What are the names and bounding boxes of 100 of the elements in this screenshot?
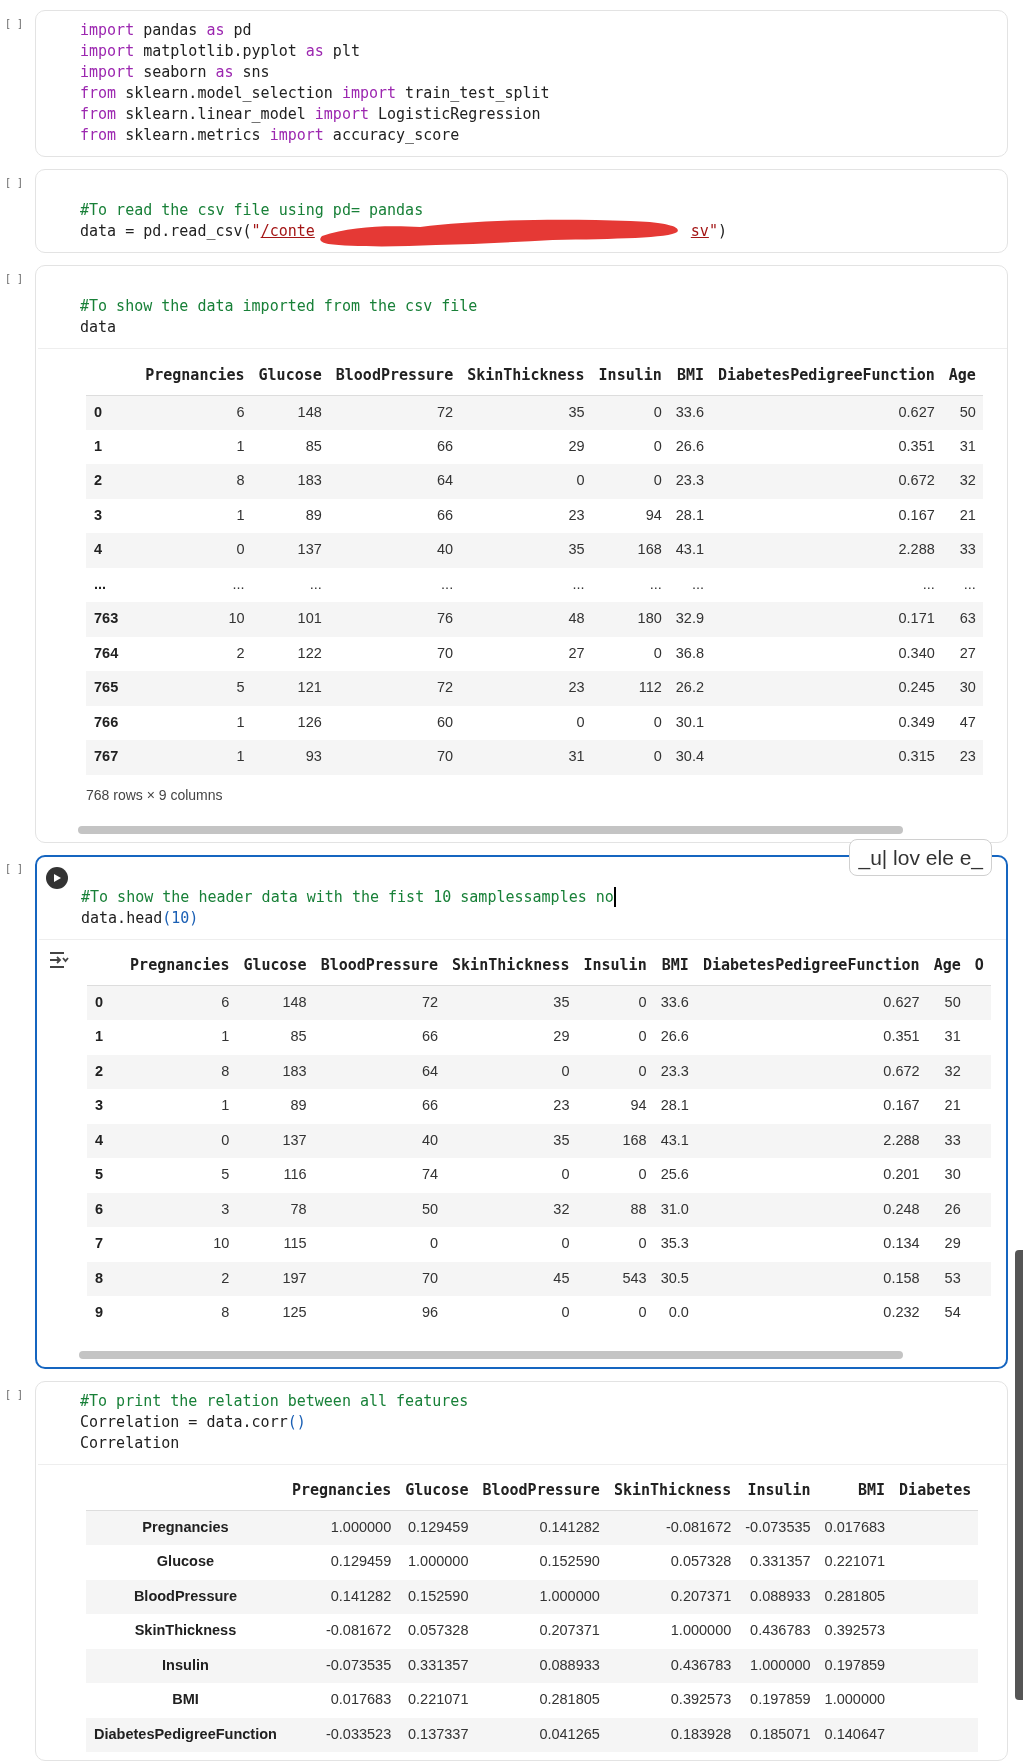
table-cell: 29 — [460, 429, 592, 464]
column-header: DiabetesPedigreeFunction — [695, 945, 927, 986]
row-index: 2 — [87, 1054, 124, 1089]
row-index: Glucose — [86, 1545, 285, 1580]
table-cell: 28.1 — [653, 1089, 696, 1124]
table-cell: 0.340 — [711, 636, 942, 671]
table-cell: 60 — [328, 705, 461, 740]
page-scrollbar-thumb[interactable] — [1015, 1250, 1023, 1700]
table-cell: 0.167 — [711, 498, 942, 533]
table-cell: 29 — [445, 1020, 577, 1055]
code-text: sklearn.linear_model — [124, 104, 307, 125]
table-cell: 0.141282 — [475, 1510, 607, 1545]
table-cell: 121 — [251, 671, 329, 706]
table-cell: 148 — [251, 395, 329, 430]
row-index: 1 — [86, 429, 139, 464]
table-cell: 148 — [236, 985, 314, 1020]
code-text: sklearn.metrics — [124, 125, 262, 146]
table-cell: 76 — [328, 602, 461, 637]
table-cell: 0.232 — [695, 1296, 927, 1331]
table-cell: 23 — [941, 740, 983, 775]
table-cell: 1.000000 — [817, 1683, 893, 1718]
table-cell: 64 — [313, 1054, 446, 1089]
table-cell: ... — [668, 567, 712, 602]
table-cell: 0.197859 — [817, 1648, 893, 1683]
table-cell: 35 — [445, 1123, 577, 1158]
table-cell: 23.3 — [653, 1054, 696, 1089]
code-cell[interactable]: #To read the csv file using pd= pandas data = pd.read_csv("/conte sv") — [35, 169, 1008, 253]
table-cell: 33.6 — [668, 395, 712, 430]
table-cell: 23.3 — [668, 464, 712, 499]
table-cell: 0.221071 — [817, 1545, 893, 1580]
table-cell: 116 — [236, 1158, 314, 1193]
table-cell: 0.129459 — [284, 1545, 399, 1580]
table-cell: 0.088933 — [738, 1579, 818, 1614]
code-text: seaborn — [142, 62, 208, 83]
code-text: sv — [690, 221, 709, 242]
row-index: 765 — [86, 671, 139, 706]
code-text: #To print the relation between all features — [80, 1390, 469, 1412]
table-cell: ... — [138, 567, 252, 602]
table-cell: 48 — [460, 602, 592, 637]
table-cell: 2 — [123, 1261, 237, 1296]
row-index: 763 — [86, 602, 139, 637]
table-cell: 0 — [591, 395, 669, 430]
table-cell: 180 — [591, 602, 669, 637]
code-text: " — [708, 221, 718, 242]
code-text: #To read the csv file using pd= pandas — [80, 200, 424, 221]
table-cell: 70 — [313, 1261, 446, 1296]
code-text: Correlation = data.corr — [80, 1411, 288, 1433]
table-cell: -0.081672 — [606, 1510, 739, 1545]
table-cell: 10 — [138, 602, 252, 637]
table-cell: 78 — [236, 1192, 314, 1227]
cell-bracket: [ ] — [4, 861, 25, 876]
table-cell: 0.351 — [695, 1020, 927, 1055]
table-cell: 0.351 — [711, 429, 942, 464]
table-cell: 27 — [460, 636, 592, 671]
code-text: as — [305, 41, 324, 62]
table-cell: 31 — [926, 1020, 968, 1055]
table-cell: 26.6 — [653, 1020, 696, 1055]
table-cell: 88 — [576, 1192, 654, 1227]
table-cell: 66 — [313, 1089, 446, 1124]
run-button[interactable] — [46, 866, 68, 889]
table-cell: 0.349 — [711, 705, 942, 740]
table-cell: 6 — [138, 395, 252, 430]
table-cell: 50 — [926, 985, 968, 1020]
table-cell: 47 — [941, 705, 983, 740]
table-cell: 26.2 — [668, 671, 712, 706]
table-cell: 183 — [236, 1054, 314, 1089]
table-cell: -0.033523 — [284, 1717, 399, 1752]
code-text: Correlation — [80, 1432, 180, 1454]
column-header: Glucose — [236, 945, 314, 986]
horizontal-scrollbar[interactable] — [79, 1350, 903, 1359]
table-cell: 0.207371 — [475, 1614, 607, 1649]
column-header: Glucose — [251, 355, 329, 395]
code-text: import — [80, 62, 135, 83]
table-cell: 0.129459 — [398, 1510, 476, 1545]
table-cell: 0 — [313, 1227, 446, 1262]
row-index: BMI — [86, 1683, 285, 1718]
code-text: () — [287, 1411, 306, 1433]
code-text: import — [80, 20, 135, 41]
table-cell: 66 — [328, 429, 461, 464]
table-cell: 85 — [236, 1020, 314, 1055]
table-cell: 0.436783 — [606, 1648, 739, 1683]
horizontal-scrollbar[interactable] — [78, 825, 904, 834]
column-header: Age — [941, 355, 983, 395]
column-header: Pregnancies — [123, 945, 237, 986]
column-header: Pregnancies — [284, 1470, 399, 1511]
column-header: SkinThickness — [460, 355, 592, 395]
table-cell: 32.9 — [668, 602, 712, 637]
table-cell: 1 — [138, 740, 252, 775]
table-cell: 125 — [236, 1296, 314, 1331]
code-text: sklearn.model_selection — [124, 83, 334, 104]
output-toggle-icon[interactable] — [48, 949, 70, 970]
table-cell: 0.141282 — [284, 1579, 399, 1614]
cell-toolbar[interactable]: _u| lov ele e_ — [849, 838, 992, 876]
table-cell: 0 — [591, 740, 669, 775]
table-cell: 93 — [251, 740, 329, 775]
table-cell: 0.088933 — [475, 1648, 607, 1683]
table-cell: 2 — [138, 636, 252, 671]
table-cell: 0 — [576, 1227, 654, 1262]
table-cell: 1.000000 — [398, 1545, 476, 1580]
column-header: O — [967, 945, 991, 986]
